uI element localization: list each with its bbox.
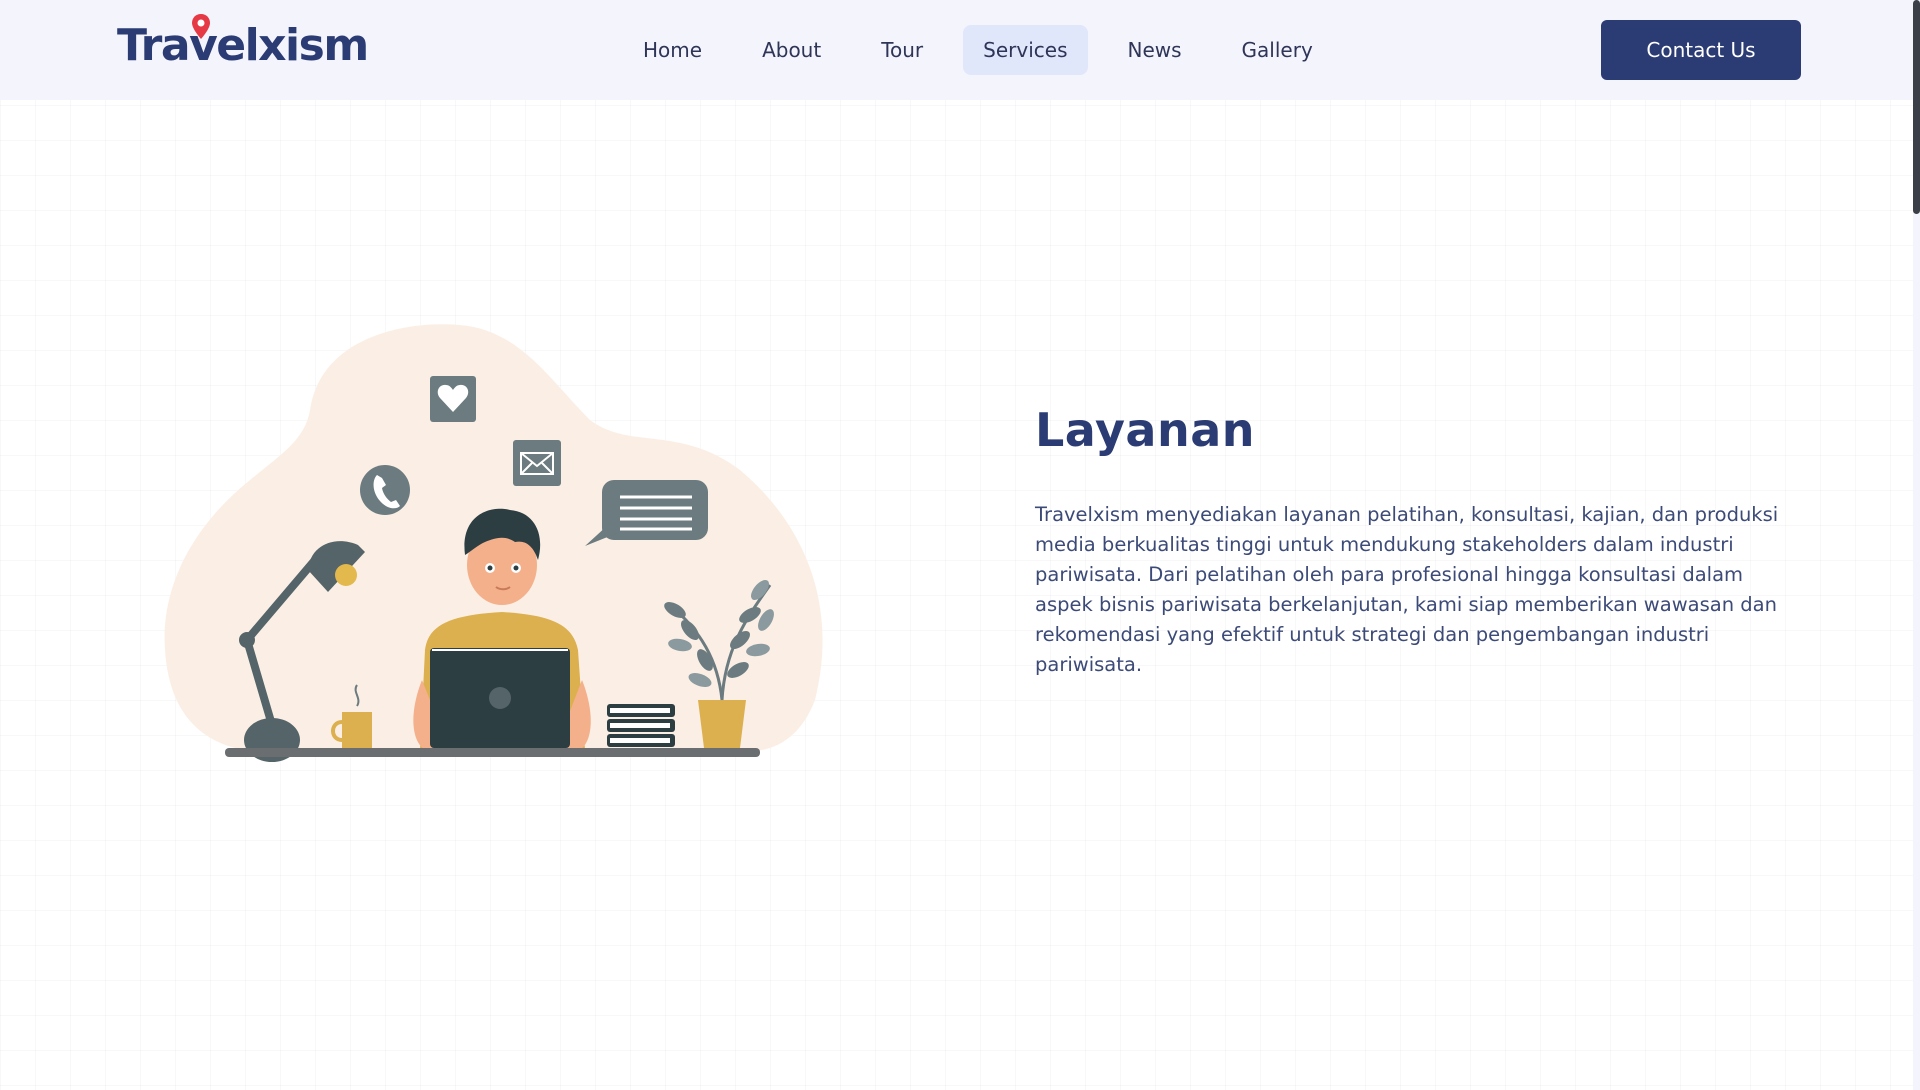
map-pin-icon <box>192 14 210 39</box>
heart-icon <box>430 376 476 422</box>
nav-item-home[interactable]: Home <box>623 25 722 75</box>
logo[interactable]: Travelxism <box>117 14 369 74</box>
page-title: Layanan <box>1035 403 1256 457</box>
main-nav: Home About Tour Services News Gallery <box>623 25 1353 75</box>
logo-text: Travelxism <box>117 20 369 71</box>
workspace-illustration <box>164 324 823 762</box>
nav-item-services[interactable]: Services <box>963 25 1088 75</box>
scrollbar-thumb[interactable] <box>1913 0 1920 214</box>
desk-surface <box>225 748 760 757</box>
nav-item-about[interactable]: About <box>742 25 841 75</box>
books-icon <box>607 704 675 747</box>
contact-us-label: Contact Us <box>1646 38 1756 62</box>
nav-item-label: About <box>762 38 822 62</box>
contact-us-button[interactable]: Contact Us <box>1601 20 1801 80</box>
nav-item-news[interactable]: News <box>1108 25 1202 75</box>
nav-item-label: News <box>1127 38 1182 62</box>
chat-bubble-icon <box>585 480 708 546</box>
site-header: Travelxism Home About Tour Services News… <box>0 0 1913 100</box>
nav-item-label: Tour <box>881 38 924 62</box>
nav-item-label: Home <box>643 38 703 62</box>
laptop-icon <box>430 648 570 748</box>
nav-item-gallery[interactable]: Gallery <box>1222 25 1333 75</box>
phone-icon <box>360 465 410 515</box>
nav-item-label: Gallery <box>1241 38 1313 62</box>
mail-icon <box>513 440 561 486</box>
nav-item-tour[interactable]: Tour <box>861 25 943 75</box>
nav-item-label: Services <box>983 38 1068 62</box>
services-description: Travelxism menyediakan layanan pelatihan… <box>1035 503 1779 676</box>
